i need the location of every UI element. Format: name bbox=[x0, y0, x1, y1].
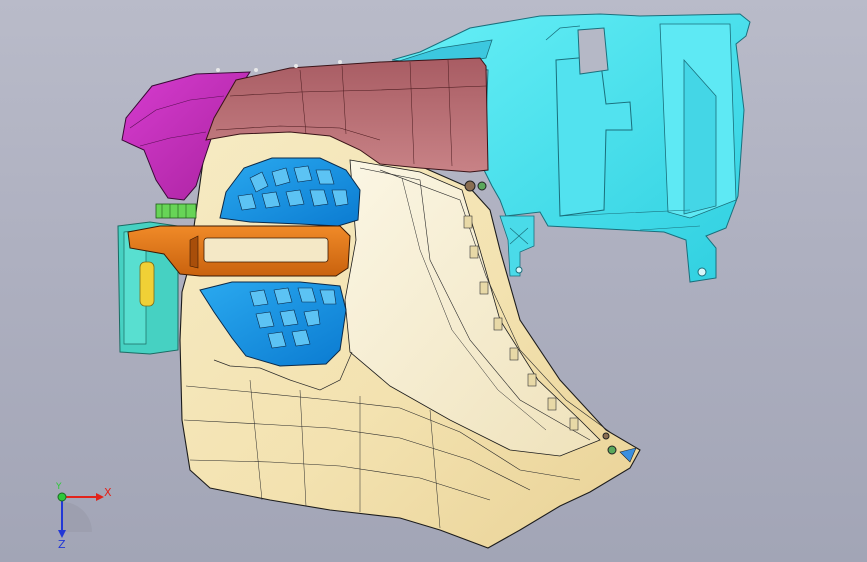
clip-strip bbox=[155, 203, 197, 219]
x-axis-label: X bbox=[104, 486, 112, 499]
side-marker-reflector bbox=[139, 261, 155, 307]
3d-viewport[interactable]: X Y Z bbox=[0, 0, 867, 562]
x-arrowhead-icon bbox=[96, 493, 104, 501]
orientation-triad[interactable] bbox=[57, 492, 104, 538]
y-axis-dot-icon bbox=[57, 492, 67, 502]
cad-model-view[interactable] bbox=[0, 0, 867, 562]
y-axis-label: Y bbox=[56, 482, 62, 492]
z-arrowhead-icon bbox=[58, 530, 66, 538]
z-axis-label: Z bbox=[58, 538, 66, 551]
